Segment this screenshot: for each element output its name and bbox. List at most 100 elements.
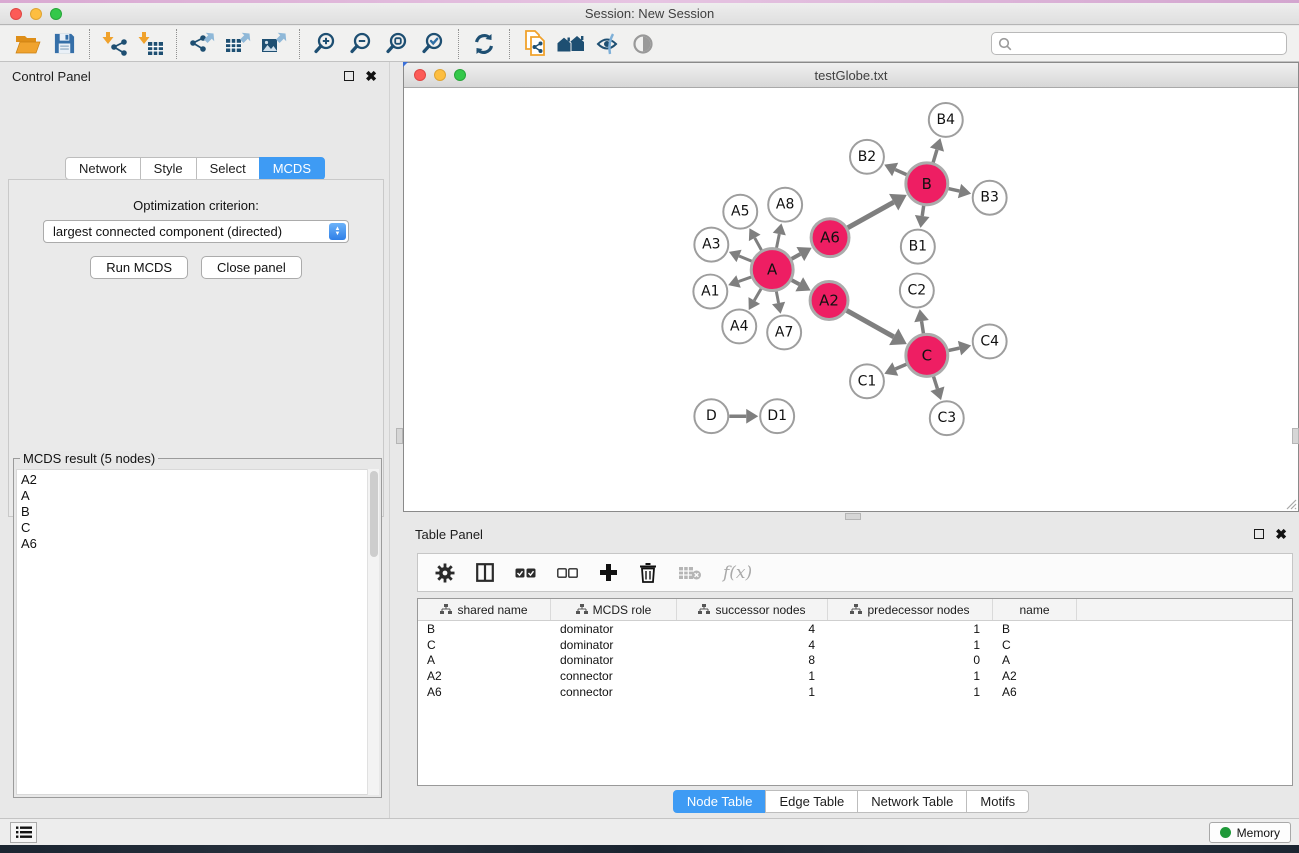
graph-node-D1[interactable]: D1 bbox=[760, 399, 794, 433]
graph-edge-C-C1[interactable] bbox=[895, 364, 906, 369]
duplicate-network-button[interactable] bbox=[517, 29, 553, 59]
table-tab-motifs[interactable]: Motifs bbox=[966, 790, 1029, 813]
graph-node-D[interactable]: D bbox=[694, 399, 728, 433]
table-tab-edge-table[interactable]: Edge Table bbox=[765, 790, 858, 813]
right-splitter-handle[interactable] bbox=[1292, 428, 1299, 444]
graph-node-A4[interactable]: A4 bbox=[722, 309, 756, 343]
deselect-all-button[interactable] bbox=[557, 568, 578, 578]
graph-node-B1[interactable]: B1 bbox=[901, 230, 935, 264]
graph-node-A7[interactable]: A7 bbox=[767, 315, 801, 349]
export-network-button[interactable] bbox=[184, 29, 220, 59]
maximize-window-button[interactable] bbox=[50, 8, 62, 20]
mcds-result-item[interactable]: B bbox=[21, 504, 378, 520]
close-panel-button-2[interactable]: Close panel bbox=[201, 256, 302, 279]
graph-node-C3[interactable]: C3 bbox=[930, 401, 964, 435]
create-column-button[interactable] bbox=[599, 563, 618, 582]
column-header-name[interactable]: name bbox=[993, 599, 1077, 620]
zoom-out-button[interactable] bbox=[343, 29, 379, 59]
graph-node-A5[interactable]: A5 bbox=[723, 195, 757, 229]
search-box[interactable] bbox=[991, 32, 1287, 55]
run-mcds-button[interactable]: Run MCDS bbox=[90, 256, 188, 279]
close-table-panel-button[interactable]: ✖ bbox=[1275, 529, 1287, 539]
graph-node-B[interactable]: B bbox=[906, 163, 948, 205]
graph-node-C1[interactable]: C1 bbox=[850, 364, 884, 398]
table-row[interactable]: A2connector11A2 bbox=[418, 668, 1292, 684]
table-row[interactable]: Adominator80A bbox=[418, 653, 1292, 669]
export-table-button[interactable] bbox=[220, 29, 256, 59]
graph-edge-A-A7[interactable] bbox=[776, 291, 778, 303]
update-network-button[interactable] bbox=[466, 29, 502, 59]
graph-edge-A-A2[interactable] bbox=[791, 280, 799, 284]
graph-edge-A-A6[interactable] bbox=[791, 254, 800, 259]
graph-node-C2[interactable]: C2 bbox=[900, 274, 934, 308]
mcds-result-item[interactable]: C bbox=[21, 520, 378, 536]
memory-button[interactable]: Memory bbox=[1209, 822, 1291, 843]
table-row[interactable]: Cdominator41C bbox=[418, 637, 1292, 653]
zoom-fit-button[interactable] bbox=[379, 29, 415, 59]
graph-edge-B-B2[interactable] bbox=[895, 170, 907, 175]
graph-node-A1[interactable]: A1 bbox=[693, 275, 727, 309]
float-table-panel-button[interactable] bbox=[1254, 529, 1264, 539]
graph-edge-A-A4[interactable] bbox=[754, 289, 761, 301]
graph-edge-C-C4[interactable] bbox=[948, 348, 959, 350]
tab-select[interactable]: Select bbox=[196, 157, 260, 180]
mcds-result-item[interactable]: A6 bbox=[21, 536, 378, 552]
task-history-button[interactable] bbox=[10, 822, 37, 843]
zoom-selected-button[interactable] bbox=[415, 29, 451, 59]
graph-node-B4[interactable]: B4 bbox=[929, 103, 963, 137]
node-table[interactable]: shared nameMCDS rolesuccessor nodesprede… bbox=[417, 598, 1293, 786]
export-image-button[interactable] bbox=[256, 29, 292, 59]
network-window-titlebar[interactable]: testGlobe.txt bbox=[404, 63, 1298, 88]
float-panel-button[interactable] bbox=[344, 71, 354, 81]
table-row[interactable]: Bdominator41B bbox=[418, 621, 1292, 637]
table-options-button[interactable] bbox=[435, 563, 455, 583]
graph-edge-B-B3[interactable] bbox=[948, 189, 959, 191]
table-tab-network-table[interactable]: Network Table bbox=[857, 790, 967, 813]
graph-edge-C-C3[interactable] bbox=[933, 376, 937, 388]
mcds-result-list[interactable]: A2ABCA6 bbox=[16, 469, 379, 795]
tab-style[interactable]: Style bbox=[140, 157, 197, 180]
column-header-shared-name[interactable]: shared name bbox=[418, 599, 551, 620]
horizontal-splitter-handle[interactable] bbox=[845, 513, 861, 520]
zoom-in-button[interactable] bbox=[307, 29, 343, 59]
hide-panels-button[interactable] bbox=[589, 29, 625, 59]
graph-edge-B-B4[interactable] bbox=[933, 150, 937, 163]
save-session-button[interactable] bbox=[46, 29, 82, 59]
graph-node-B2[interactable]: B2 bbox=[850, 140, 884, 174]
graph-edge-C-C2[interactable] bbox=[922, 321, 924, 334]
column-header-successor-nodes[interactable]: successor nodes bbox=[677, 599, 828, 620]
import-table-button[interactable] bbox=[133, 29, 169, 59]
minimize-window-button[interactable] bbox=[30, 8, 42, 20]
mcds-result-item[interactable]: A bbox=[21, 488, 378, 504]
mcds-result-item[interactable]: A2 bbox=[21, 472, 378, 488]
network-close-button[interactable] bbox=[414, 69, 426, 81]
show-columns-button[interactable] bbox=[476, 563, 494, 582]
graph-edge-B-B1[interactable] bbox=[922, 206, 924, 217]
open-session-button[interactable] bbox=[10, 29, 46, 59]
delete-columns-button[interactable] bbox=[639, 562, 657, 583]
graph-node-B3[interactable]: B3 bbox=[973, 181, 1007, 215]
graph-edge-A-A8[interactable] bbox=[776, 234, 779, 248]
result-scrollbar[interactable] bbox=[367, 469, 379, 795]
network-canvas[interactable]: B4B2BB3A5A8A6A3B1AA1C2A2A4A7CC4C1C3DD1 bbox=[404, 89, 1298, 511]
network-maximize-button[interactable] bbox=[454, 69, 466, 81]
graph-node-A8[interactable]: A8 bbox=[768, 188, 802, 222]
graph-edge-A-A1[interactable] bbox=[739, 277, 752, 282]
table-tab-node-table[interactable]: Node Table bbox=[673, 790, 767, 813]
graph-node-A6[interactable]: A6 bbox=[811, 219, 849, 257]
vertical-splitter-handle[interactable] bbox=[396, 428, 403, 444]
graph-edge-A6-B[interactable] bbox=[847, 202, 893, 228]
network-minimize-button[interactable] bbox=[434, 69, 446, 81]
graph-edge-A-A5[interactable] bbox=[755, 238, 762, 250]
graph-node-A[interactable]: A bbox=[751, 249, 793, 291]
column-header-mcds-role[interactable]: MCDS role bbox=[551, 599, 677, 620]
graph-node-C4[interactable]: C4 bbox=[973, 324, 1007, 358]
select-all-button[interactable] bbox=[515, 568, 536, 578]
resize-grip[interactable] bbox=[1284, 497, 1297, 510]
graph-edge-A2-C[interactable] bbox=[846, 310, 893, 337]
result-scrollbar-thumb[interactable] bbox=[370, 471, 378, 557]
graph-node-C[interactable]: C bbox=[906, 334, 948, 376]
close-window-button[interactable] bbox=[10, 8, 22, 20]
show-all-networks-button[interactable] bbox=[553, 29, 589, 59]
tab-mcds[interactable]: MCDS bbox=[259, 157, 325, 180]
